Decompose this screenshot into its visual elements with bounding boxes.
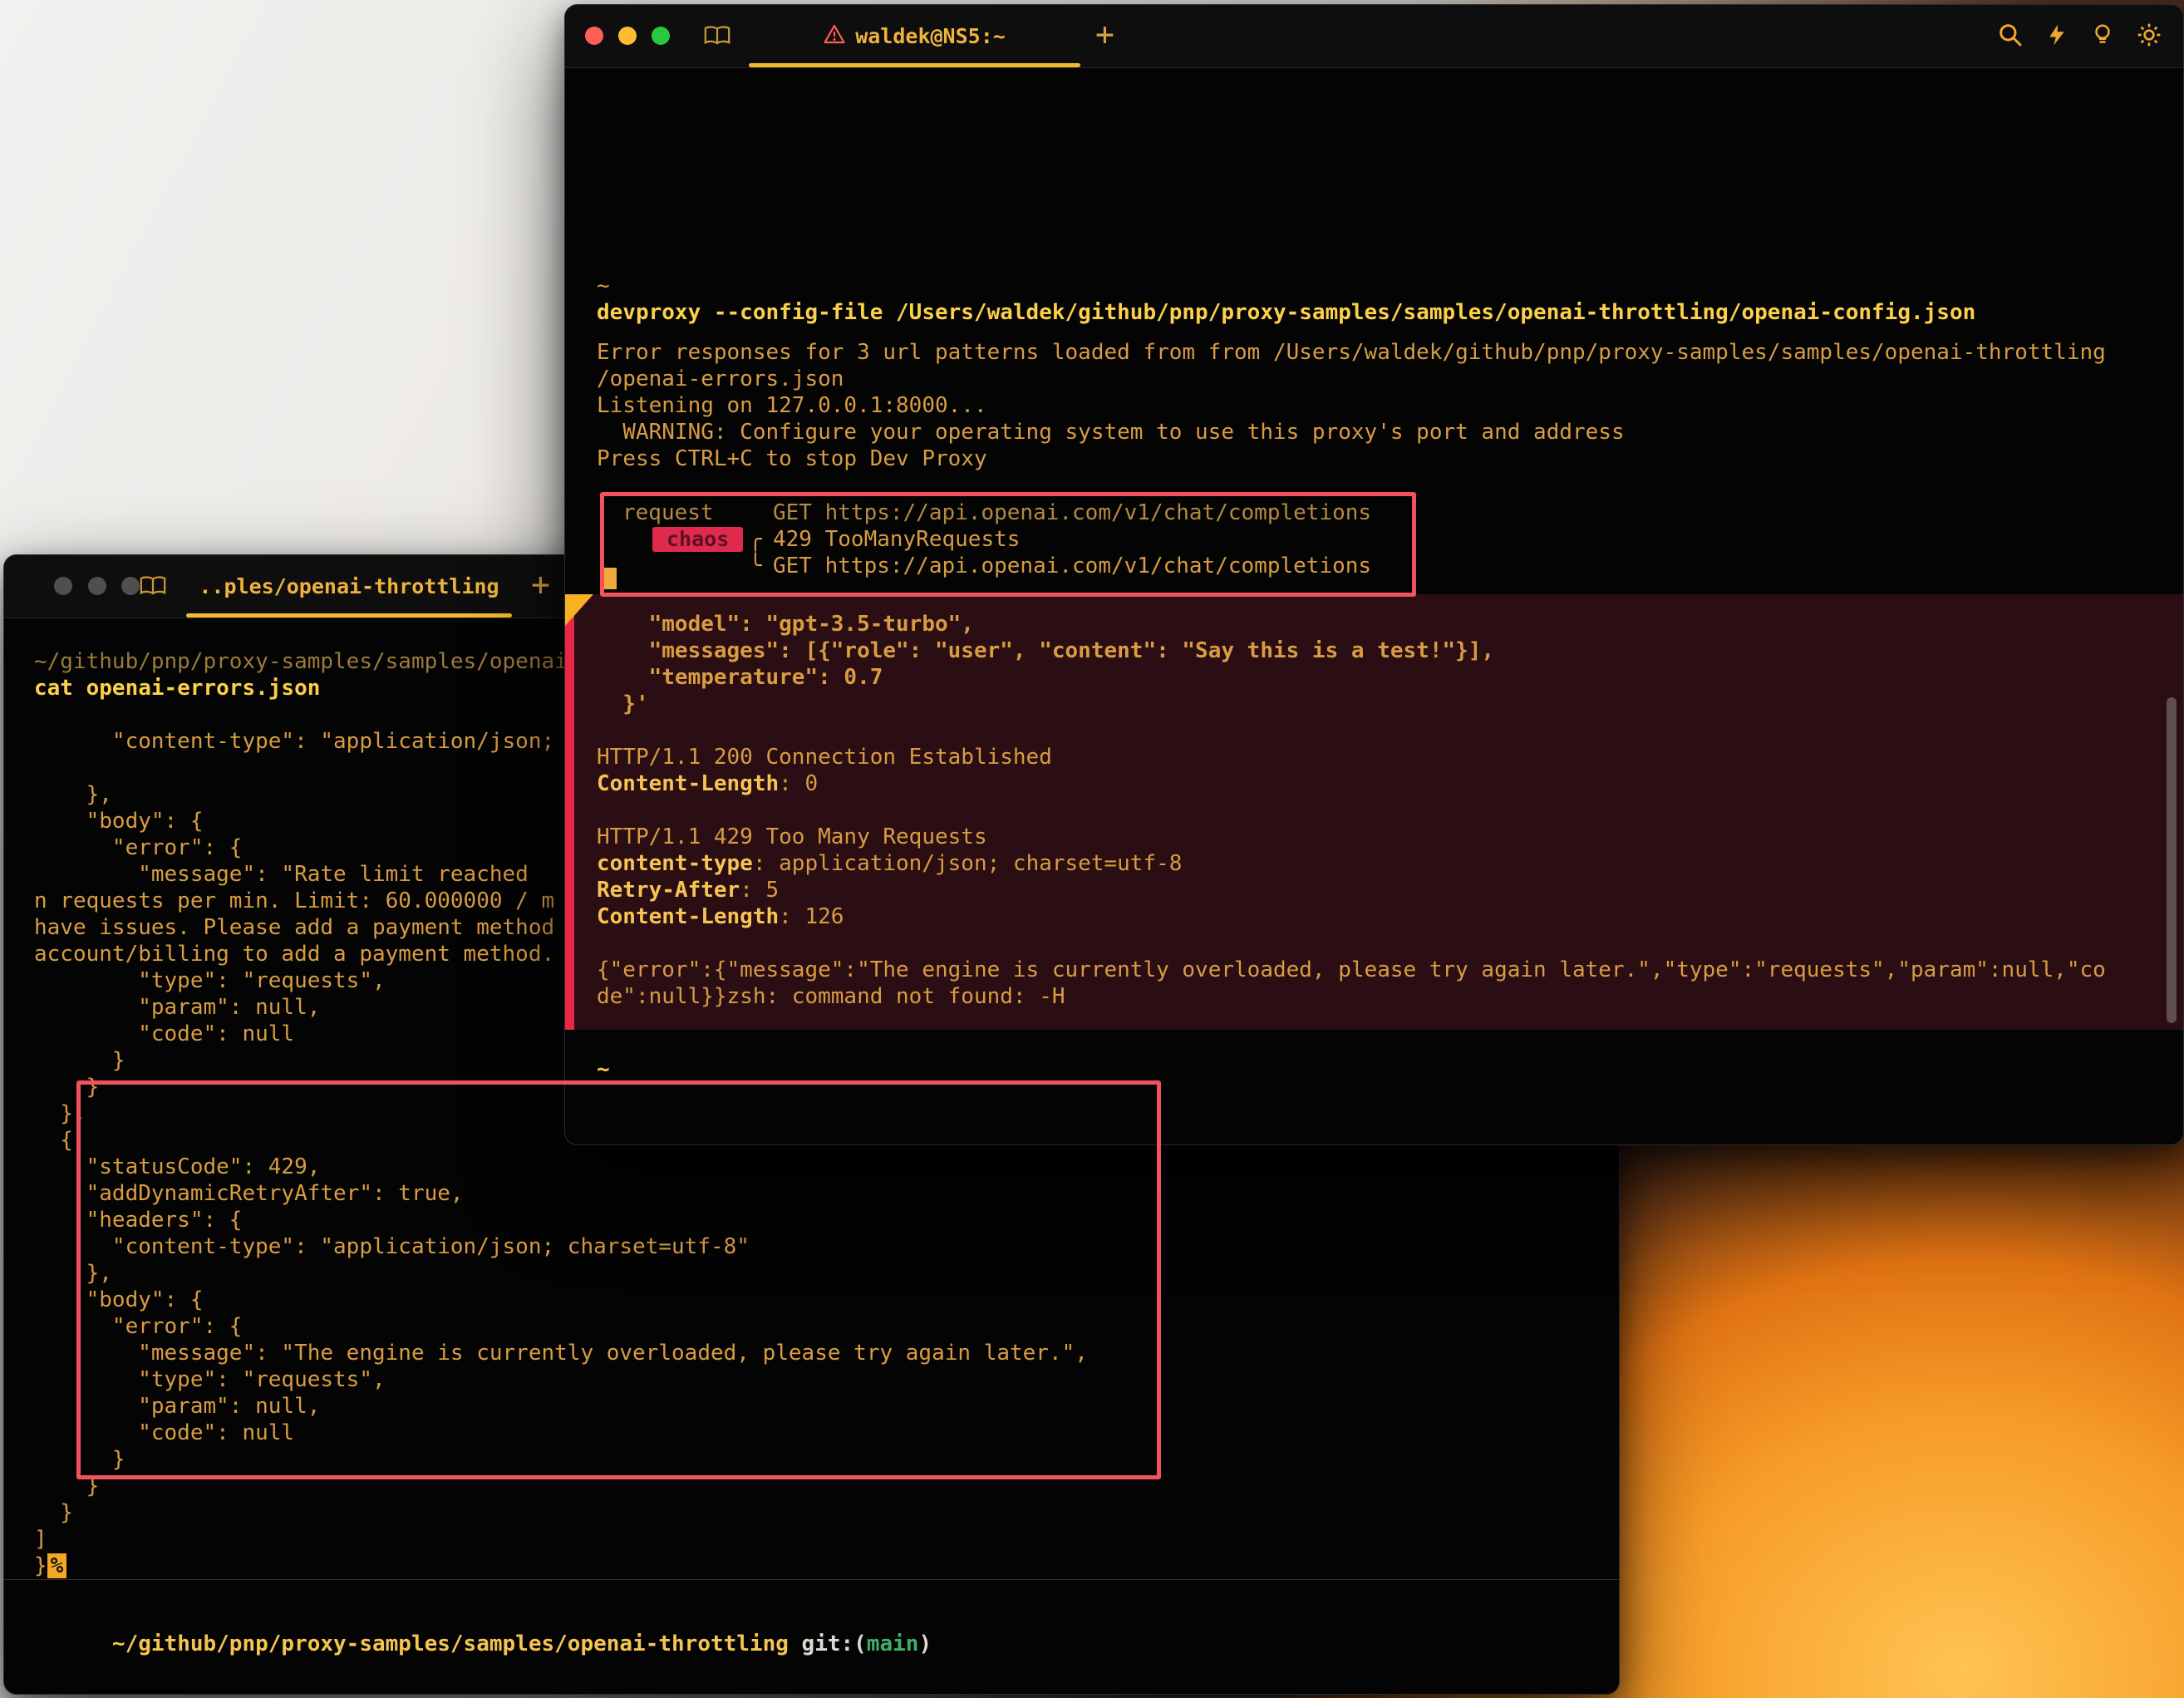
http-200-content-length: Content-Length: 0 <box>565 770 2183 797</box>
trailing-tilde: ~ <box>597 1056 2175 1083</box>
request-body-json: "model": "gpt-3.5-turbo", "messages": [{… <box>597 611 2175 717</box>
header-key: Content-Length <box>597 904 779 929</box>
active-tab-underline <box>186 613 512 618</box>
book-icon[interactable] <box>703 25 731 50</box>
tab-waldek-ns5[interactable]: waldek@NS5:~ <box>749 5 1080 67</box>
http-200-line: HTTP/1.1 200 Connection Established <box>565 744 2183 770</box>
error-body-line-2: de":null}}zsh: command not found: -H <box>565 983 2183 1010</box>
tab-openai-throttling[interactable]: ..ples/openai-throttling <box>186 555 512 618</box>
new-tab-button-back[interactable]: + <box>531 565 550 603</box>
closing-brace: } <box>34 1553 47 1578</box>
header-value: : 126 <box>779 904 844 929</box>
tab-title: waldek@NS5:~ <box>855 24 1006 48</box>
tab-title: ..ples/openai-throttling <box>199 574 499 598</box>
terminal-last-line: }% <box>34 1553 1611 1579</box>
mark-triangle-icon <box>565 594 593 626</box>
header-value: : application/json; charset=utf-8 <box>753 851 1183 876</box>
http-429-content-type: content-type: application/json; charset=… <box>565 850 2183 877</box>
http-429-content-length: Content-Length: 126 <box>565 903 2183 930</box>
terminal-command-devproxy: devproxy --config-file /Users/waldek/git… <box>597 299 2175 326</box>
zoom-button[interactable] <box>652 27 670 45</box>
error-body-line-1: {"error":{"message":"The engine is curre… <box>565 957 2183 983</box>
prompt-divider <box>4 1579 1619 1580</box>
prompt-path: ~/github/pnp/proxy-samples/samples/opena… <box>112 1632 789 1656</box>
minimize-button[interactable] <box>618 27 637 45</box>
active-tab-underline <box>749 63 1080 67</box>
book-icon[interactable] <box>139 575 167 600</box>
lightning-icon[interactable] <box>2044 22 2069 52</box>
header-key: content-type <box>597 851 753 876</box>
warning-icon <box>824 24 845 49</box>
minimize-button-back[interactable] <box>88 577 106 595</box>
prompt-git-prefix: git:( <box>789 1632 867 1656</box>
statusbar-icons <box>1997 22 2162 52</box>
terminal-cursor-back: % <box>47 1553 67 1578</box>
highlighted-output-block: "model": "gpt-3.5-turbo", "messages": [{… <box>565 594 2183 1030</box>
close-button-back[interactable] <box>54 577 72 595</box>
prompt-git-branch: main <box>867 1632 919 1656</box>
http-429-retry-after: Retry-After: 5 <box>565 877 2183 903</box>
shell-prompt: ~/github/pnp/proxy-samples/samples/opena… <box>34 1604 1611 1631</box>
scrollbar[interactable] <box>2167 697 2177 1023</box>
lightbulb-icon[interactable] <box>2090 22 2115 52</box>
zoom-button-back[interactable] <box>121 577 140 595</box>
annotation-box-chaos-response <box>600 492 1416 597</box>
header-value: : 5 <box>740 878 779 903</box>
search-icon[interactable] <box>1997 22 2024 52</box>
desktop: ..ples/openai-throttling + ~/github/pnp/… <box>0 0 2184 1698</box>
annotation-box-error-json <box>76 1080 1161 1479</box>
gear-icon[interactable] <box>2136 22 2162 52</box>
header-key: Content-Length <box>597 771 779 796</box>
header-value: : 0 <box>779 771 818 796</box>
prompt-git-suffix: ) <box>918 1632 932 1656</box>
close-button[interactable] <box>585 27 603 45</box>
header-key: Retry-After <box>597 878 740 903</box>
titlebar-front[interactable]: waldek@NS5:~ + <box>565 5 2183 68</box>
devproxy-startup-output: Error responses for 3 url patterns loade… <box>597 339 2175 472</box>
http-429-line: HTTP/1.1 429 Too Many Requests <box>565 824 2183 850</box>
prompt-tilde: ~ <box>597 273 2175 299</box>
new-tab-button[interactable]: + <box>1095 15 1114 53</box>
